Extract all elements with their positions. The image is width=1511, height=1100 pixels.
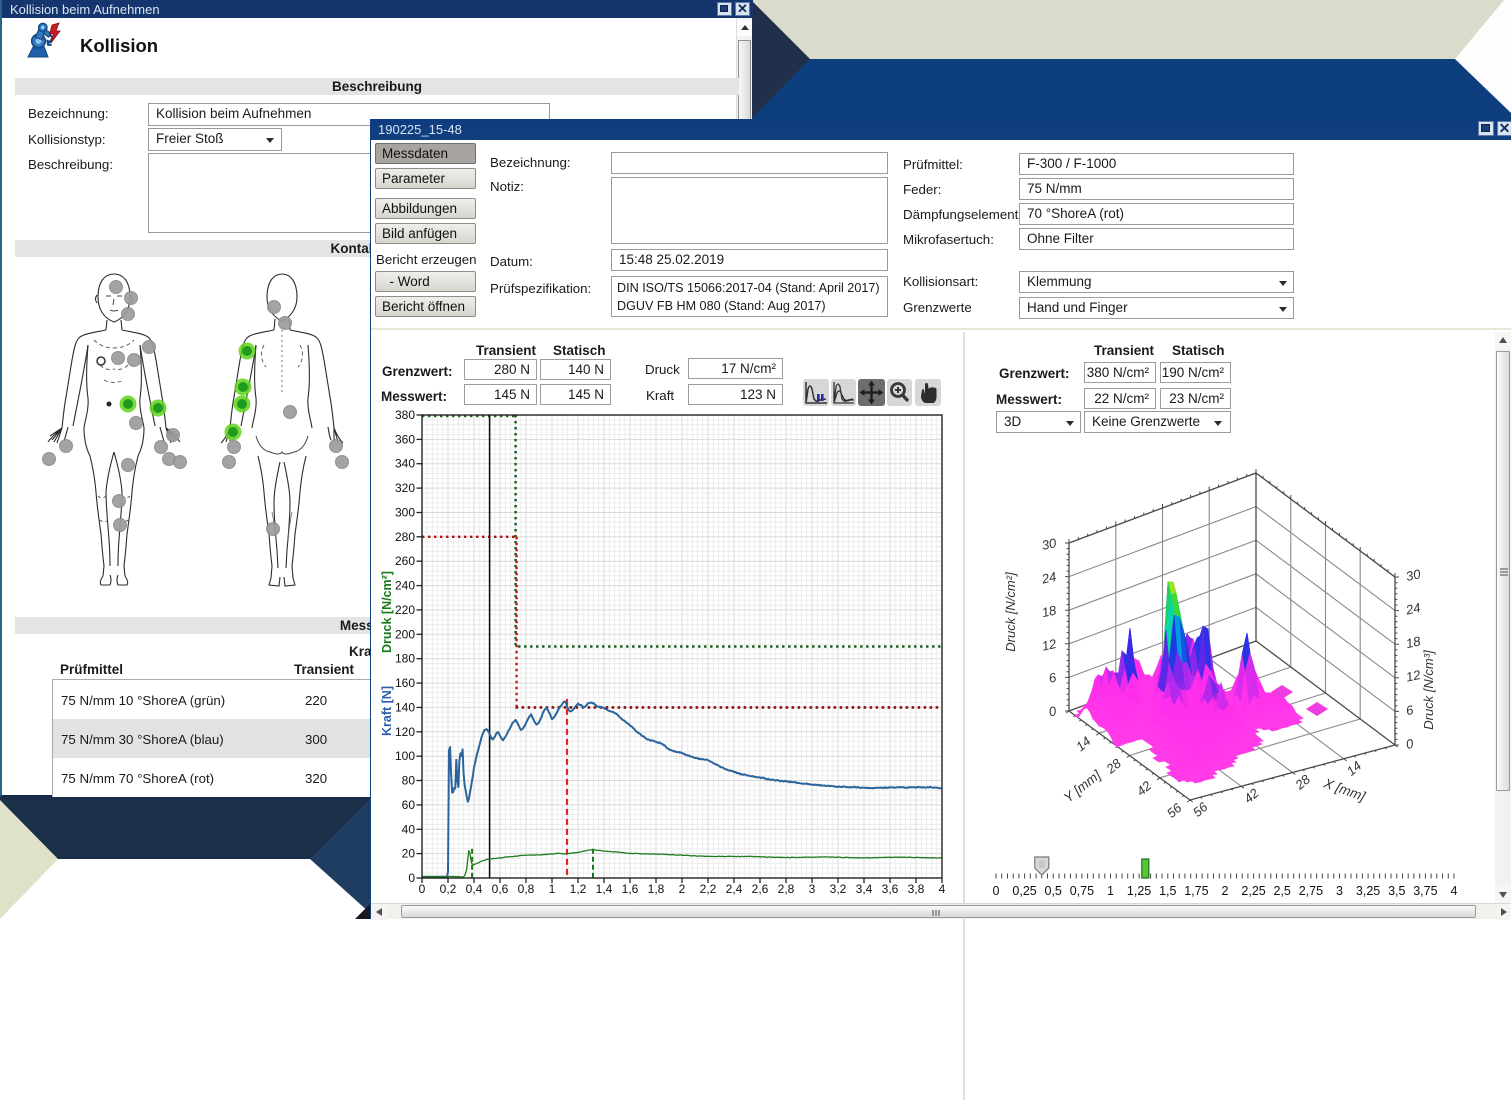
svg-text:3,25: 3,25 xyxy=(1356,884,1380,898)
svg-text:42: 42 xyxy=(1134,777,1155,798)
svg-text:24: 24 xyxy=(1404,600,1422,618)
svg-text:240: 240 xyxy=(395,579,415,593)
svg-text:56: 56 xyxy=(1164,800,1185,821)
svg-text:4: 4 xyxy=(939,882,946,896)
svg-text:6: 6 xyxy=(1047,670,1058,686)
svg-text:2,2: 2,2 xyxy=(700,882,717,896)
svg-text:3: 3 xyxy=(1336,884,1343,898)
svg-text:1,75: 1,75 xyxy=(1184,884,1208,898)
svg-text:280: 280 xyxy=(395,530,415,544)
svg-text:0,25: 0,25 xyxy=(1012,884,1036,898)
svg-text:260: 260 xyxy=(395,554,415,568)
svg-text:1,6: 1,6 xyxy=(622,882,639,896)
svg-text:320: 320 xyxy=(395,481,415,495)
svg-text:12: 12 xyxy=(1405,667,1423,685)
svg-text:160: 160 xyxy=(395,676,415,690)
svg-text:28: 28 xyxy=(1102,755,1124,777)
svg-text:2,25: 2,25 xyxy=(1241,884,1265,898)
svg-text:Druck [N/cm³]: Druck [N/cm³] xyxy=(1421,650,1436,730)
svg-text:380: 380 xyxy=(395,408,415,422)
svg-text:2,75: 2,75 xyxy=(1299,884,1323,898)
svg-text:1,25: 1,25 xyxy=(1127,884,1151,898)
svg-text:2,8: 2,8 xyxy=(778,882,795,896)
svg-text:1,2: 1,2 xyxy=(570,882,587,896)
svg-text:0: 0 xyxy=(1405,736,1416,752)
svg-text:3,8: 3,8 xyxy=(908,882,925,896)
svg-text:X [mm]: X [mm] xyxy=(1321,775,1368,804)
svg-text:0: 0 xyxy=(1047,703,1058,719)
svg-text:30: 30 xyxy=(1040,535,1058,553)
svg-text:56: 56 xyxy=(1190,799,1211,820)
svg-text:220: 220 xyxy=(395,603,415,617)
svg-text:0,4: 0,4 xyxy=(466,882,483,896)
svg-text:0,8: 0,8 xyxy=(518,882,535,896)
svg-text:30: 30 xyxy=(1405,566,1423,584)
svg-text:360: 360 xyxy=(395,432,415,446)
svg-text:3,6: 3,6 xyxy=(882,882,899,896)
svg-text:0,6: 0,6 xyxy=(492,882,509,896)
svg-text:3,4: 3,4 xyxy=(856,882,873,896)
svg-text:140: 140 xyxy=(395,700,415,714)
svg-text:12: 12 xyxy=(1040,636,1058,654)
svg-text:3,5: 3,5 xyxy=(1388,884,1405,898)
svg-text:14: 14 xyxy=(1344,758,1365,779)
svg-text:2,4: 2,4 xyxy=(726,882,743,896)
svg-text:1: 1 xyxy=(1107,884,1114,898)
svg-text:1,4: 1,4 xyxy=(596,882,613,896)
svg-text:2,5: 2,5 xyxy=(1274,884,1291,898)
svg-text:100: 100 xyxy=(395,749,415,763)
svg-text:Druck [N/cm²]: Druck [N/cm²] xyxy=(1003,572,1018,652)
svg-text:0: 0 xyxy=(993,884,1000,898)
svg-text:60: 60 xyxy=(402,798,416,812)
svg-text:0: 0 xyxy=(419,882,426,896)
svg-text:0,2: 0,2 xyxy=(440,882,457,896)
svg-text:Kraft [N]: Kraft [N] xyxy=(380,686,394,736)
svg-text:0,75: 0,75 xyxy=(1070,884,1094,898)
svg-text:4: 4 xyxy=(1451,884,1458,898)
svg-text:18: 18 xyxy=(1040,602,1058,620)
svg-text:0,5: 0,5 xyxy=(1045,884,1062,898)
svg-text:1,5: 1,5 xyxy=(1159,884,1176,898)
svg-text:20: 20 xyxy=(402,847,416,861)
svg-text:3,75: 3,75 xyxy=(1413,884,1437,898)
svg-text:180: 180 xyxy=(395,652,415,666)
svg-text:Druck [N/cm²]: Druck [N/cm²] xyxy=(380,571,394,653)
svg-text:42: 42 xyxy=(1241,785,1262,806)
svg-text:1,8: 1,8 xyxy=(648,882,665,896)
svg-text:80: 80 xyxy=(402,774,416,788)
svg-text:1: 1 xyxy=(549,882,556,896)
svg-text:18: 18 xyxy=(1405,633,1423,651)
svg-text:2: 2 xyxy=(679,882,686,896)
svg-text:200: 200 xyxy=(395,627,415,641)
svg-text:300: 300 xyxy=(395,506,415,520)
svg-text:340: 340 xyxy=(395,457,415,471)
svg-text:14: 14 xyxy=(1073,733,1094,754)
svg-text:2: 2 xyxy=(1222,884,1229,898)
svg-text:3,2: 3,2 xyxy=(830,882,847,896)
svg-text:120: 120 xyxy=(395,725,415,739)
svg-text:3: 3 xyxy=(809,882,816,896)
svg-text:2,6: 2,6 xyxy=(752,882,769,896)
svg-text:24: 24 xyxy=(1039,569,1057,587)
svg-text:0: 0 xyxy=(408,871,415,885)
svg-text:40: 40 xyxy=(402,822,416,836)
svg-text:Y [mm]: Y [mm] xyxy=(1061,767,1105,806)
svg-text:6: 6 xyxy=(1405,702,1416,718)
